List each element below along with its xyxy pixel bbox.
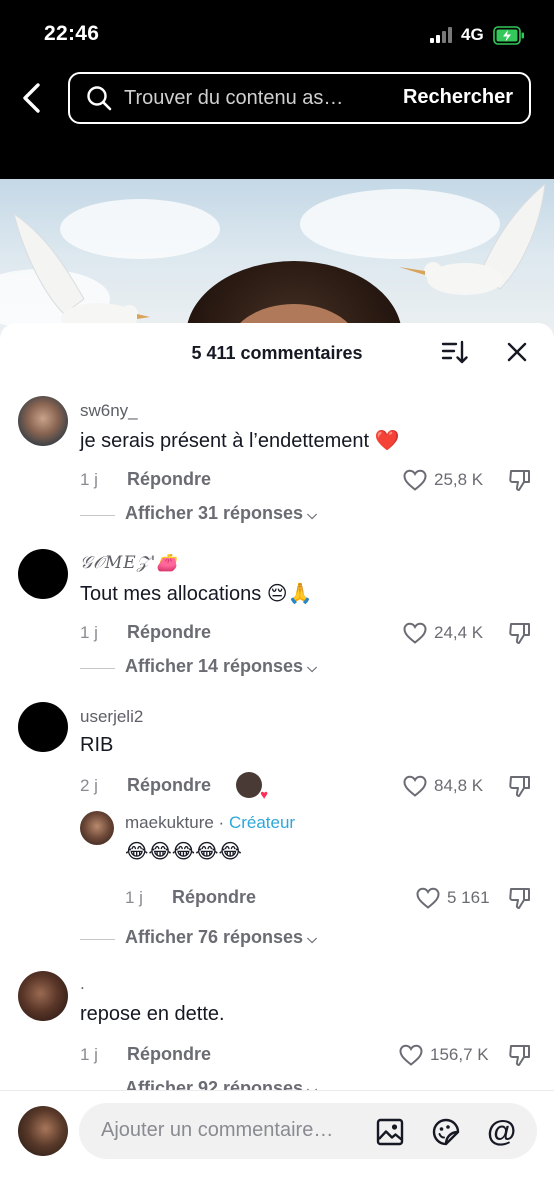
- comment-username[interactable]: userjeli2: [80, 707, 143, 727]
- heart-icon: [403, 622, 427, 644]
- avatar[interactable]: [18, 549, 68, 599]
- chevron-down-icon: ⌵: [307, 1082, 317, 1090]
- battery-icon: [493, 26, 524, 45]
- comment-time: 1 j: [80, 623, 98, 642]
- creator-badge: Créateur: [228, 813, 296, 832]
- comment-input[interactable]: Ajouter un commentaire… @: [79, 1103, 537, 1159]
- divider-line: [80, 939, 115, 940]
- search-bar[interactable]: Trouver du contenu as… Rechercher: [68, 72, 531, 124]
- close-icon[interactable]: [505, 340, 529, 364]
- reply-button[interactable]: Répondre: [127, 1044, 211, 1065]
- dove-image-right: [399, 182, 546, 295]
- avatar[interactable]: [18, 971, 68, 1021]
- creator-liked-avatar: ♥: [236, 772, 268, 802]
- chevron-down-icon: ⌵: [307, 931, 317, 946]
- view-replies-button[interactable]: Afficher 14 réponses ⌵: [80, 656, 380, 680]
- dislike-icon[interactable]: [507, 885, 533, 911]
- view-replies-label: Afficher 14 réponses ⌵: [125, 656, 317, 676]
- dislike-icon[interactable]: [507, 773, 533, 799]
- comment-username[interactable]: 𝒢𝒪𝑀𝐸𝒵'👛: [80, 553, 178, 573]
- reply-button[interactable]: Répondre: [127, 469, 211, 490]
- like-count: 84,8 K: [434, 776, 484, 795]
- comments-count-title: 5 411 commentaires: [191, 343, 363, 363]
- comment-time: 1 j: [80, 470, 98, 489]
- comment-time: 2 j: [80, 776, 98, 795]
- heart-icon: [416, 887, 440, 909]
- heart-icon: [403, 775, 427, 797]
- reply-text: 😂😂😂😂😂: [125, 841, 242, 863]
- comment-username[interactable]: sw6ny_: [80, 401, 138, 421]
- heart-badge-icon: ♥: [260, 787, 268, 802]
- comment-text: Tout mes allocations 😔🙏: [80, 583, 313, 605]
- search-input[interactable]: Trouver du contenu as…: [124, 87, 343, 110]
- heart-icon: [399, 1044, 423, 1066]
- status-bar: 22:46 4G: [0, 0, 554, 70]
- comment-item: sw6ny_ je serais présent à l’endettement…: [0, 393, 554, 543]
- heart-icon: [403, 469, 427, 491]
- like-count: 5 161: [447, 888, 490, 907]
- comment-composer: Ajouter un commentaire… @: [0, 1090, 554, 1199]
- comment-input-placeholder: Ajouter un commentaire…: [101, 1119, 334, 1141]
- reply-button[interactable]: Répondre: [127, 622, 211, 643]
- comments-sheet: 5 411 commentaires sw6ny_ je serais prés…: [0, 323, 554, 1199]
- comment-text: repose en dette.: [80, 1003, 225, 1025]
- image-icon[interactable]: [375, 1117, 405, 1147]
- view-replies-button[interactable]: Afficher 92 réponses ⌵: [80, 1078, 380, 1090]
- sort-icon[interactable]: [440, 338, 468, 366]
- reply-avatar[interactable]: [80, 811, 114, 845]
- comment-item: . repose en dette. 1 j Répondre 156,7 K …: [0, 968, 554, 1090]
- comment-item: userjeli2 RIB 2 j Répondre ♥ 84,8 K maek…: [0, 699, 554, 964]
- dove-image-left: [13, 212, 150, 334]
- comment-text: RIB: [80, 734, 114, 756]
- reply-username[interactable]: maekukture · Créateur: [125, 813, 295, 833]
- divider-line: [80, 515, 115, 516]
- dislike-icon[interactable]: [507, 620, 533, 646]
- signal-icon: [430, 27, 454, 43]
- chevron-down-icon: ⌵: [307, 507, 317, 522]
- view-replies-button[interactable]: Afficher 76 réponses ⌵: [80, 927, 380, 951]
- like-count: 24,4 K: [434, 623, 484, 642]
- divider-line: [80, 668, 115, 669]
- comment-username[interactable]: .: [80, 974, 85, 994]
- view-replies-label: Afficher 76 réponses ⌵: [125, 927, 317, 947]
- my-avatar: [18, 1106, 68, 1156]
- status-time: 22:46: [44, 22, 100, 45]
- avatar[interactable]: [18, 702, 68, 752]
- search-icon: [87, 86, 112, 111]
- view-replies-label: Afficher 31 réponses ⌵: [125, 503, 317, 523]
- reply-button[interactable]: Répondre: [127, 775, 211, 796]
- comment-item: 𝒢𝒪𝑀𝐸𝒵'👛 Tout mes allocations 😔🙏 1 j Répo…: [0, 546, 554, 696]
- chevron-down-icon: ⌵: [307, 660, 317, 675]
- comment-time: 1 j: [80, 1045, 98, 1064]
- network-label: 4G: [461, 25, 484, 44]
- view-replies-label: Afficher 92 réponses ⌵: [125, 1078, 317, 1090]
- dislike-icon[interactable]: [507, 467, 533, 493]
- view-replies-button[interactable]: Afficher 31 réponses ⌵: [80, 503, 380, 527]
- reply-time: 1 j: [125, 888, 143, 907]
- at-icon[interactable]: @: [487, 1115, 516, 1149]
- sticker-icon[interactable]: [431, 1117, 461, 1147]
- like-count: 156,7 K: [430, 1045, 489, 1064]
- reply-button[interactable]: Répondre: [172, 887, 256, 908]
- comment-text: je serais présent à l’endettement ❤️: [80, 430, 400, 452]
- dislike-icon[interactable]: [507, 1042, 533, 1068]
- back-icon[interactable]: [18, 82, 46, 114]
- avatar[interactable]: [18, 396, 68, 446]
- like-count: 25,8 K: [434, 470, 484, 489]
- comments-list: sw6ny_ je serais présent à l’endettement…: [0, 393, 554, 1090]
- search-button[interactable]: Rechercher: [403, 86, 513, 109]
